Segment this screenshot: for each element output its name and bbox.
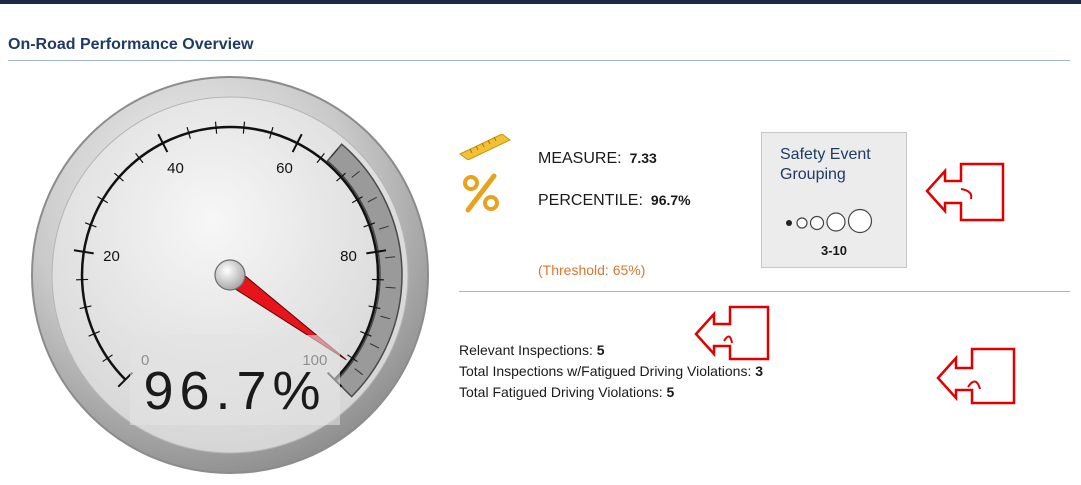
grouping-range: 3-10 [820, 243, 848, 258]
section-divider [8, 60, 1070, 61]
gauge-tick-label: 20 [103, 248, 120, 265]
ruler-icon [459, 134, 511, 160]
gauge-tick-label: 40 [167, 160, 184, 177]
safety-event-grouping-title: Safety Event Grouping [780, 146, 871, 183]
stat-row-fatigued-inspections: Total Inspections w/Fatigued Driving Vio… [459, 363, 764, 379]
threshold-text: (Threshold: 65%) [538, 262, 646, 278]
gauge-knob [214, 259, 246, 291]
measure-row: MEASURE: 7.33 [538, 150, 657, 168]
gauge-readout: 96.7% [143, 361, 326, 421]
percentile-label: PERCENTILE: [538, 192, 643, 209]
callout-arrow-grouping [925, 162, 1005, 222]
gauge-tick-label: 60 [276, 160, 293, 177]
percent-icon [463, 173, 499, 213]
safety-event-grouping-panel[interactable]: Safety Event Grouping 3-10 [761, 132, 907, 268]
percentile-gauge: 020406080100 96.7% [31, 76, 429, 474]
measure-label: MEASURE: [538, 150, 622, 167]
percentile-row: PERCENTILE: 96.7% [538, 192, 691, 210]
top-bar [0, 0, 1081, 4]
gauge-tick-label: 80 [340, 248, 357, 265]
metrics-divider [459, 291, 1070, 292]
grouping-circles-icon [786, 208, 873, 234]
measure-value: 7.33 [629, 150, 657, 166]
section-title: On-Road Performance Overview [8, 36, 254, 53]
percentile-value: 96.7% [650, 192, 691, 208]
callout-arrow-fatigued-inspections [936, 347, 1016, 405]
callout-arrow-relevant-inspections [694, 305, 770, 361]
stat-row-fatigued-violations: Total Fatigued Driving Violations: 5 [459, 384, 675, 400]
